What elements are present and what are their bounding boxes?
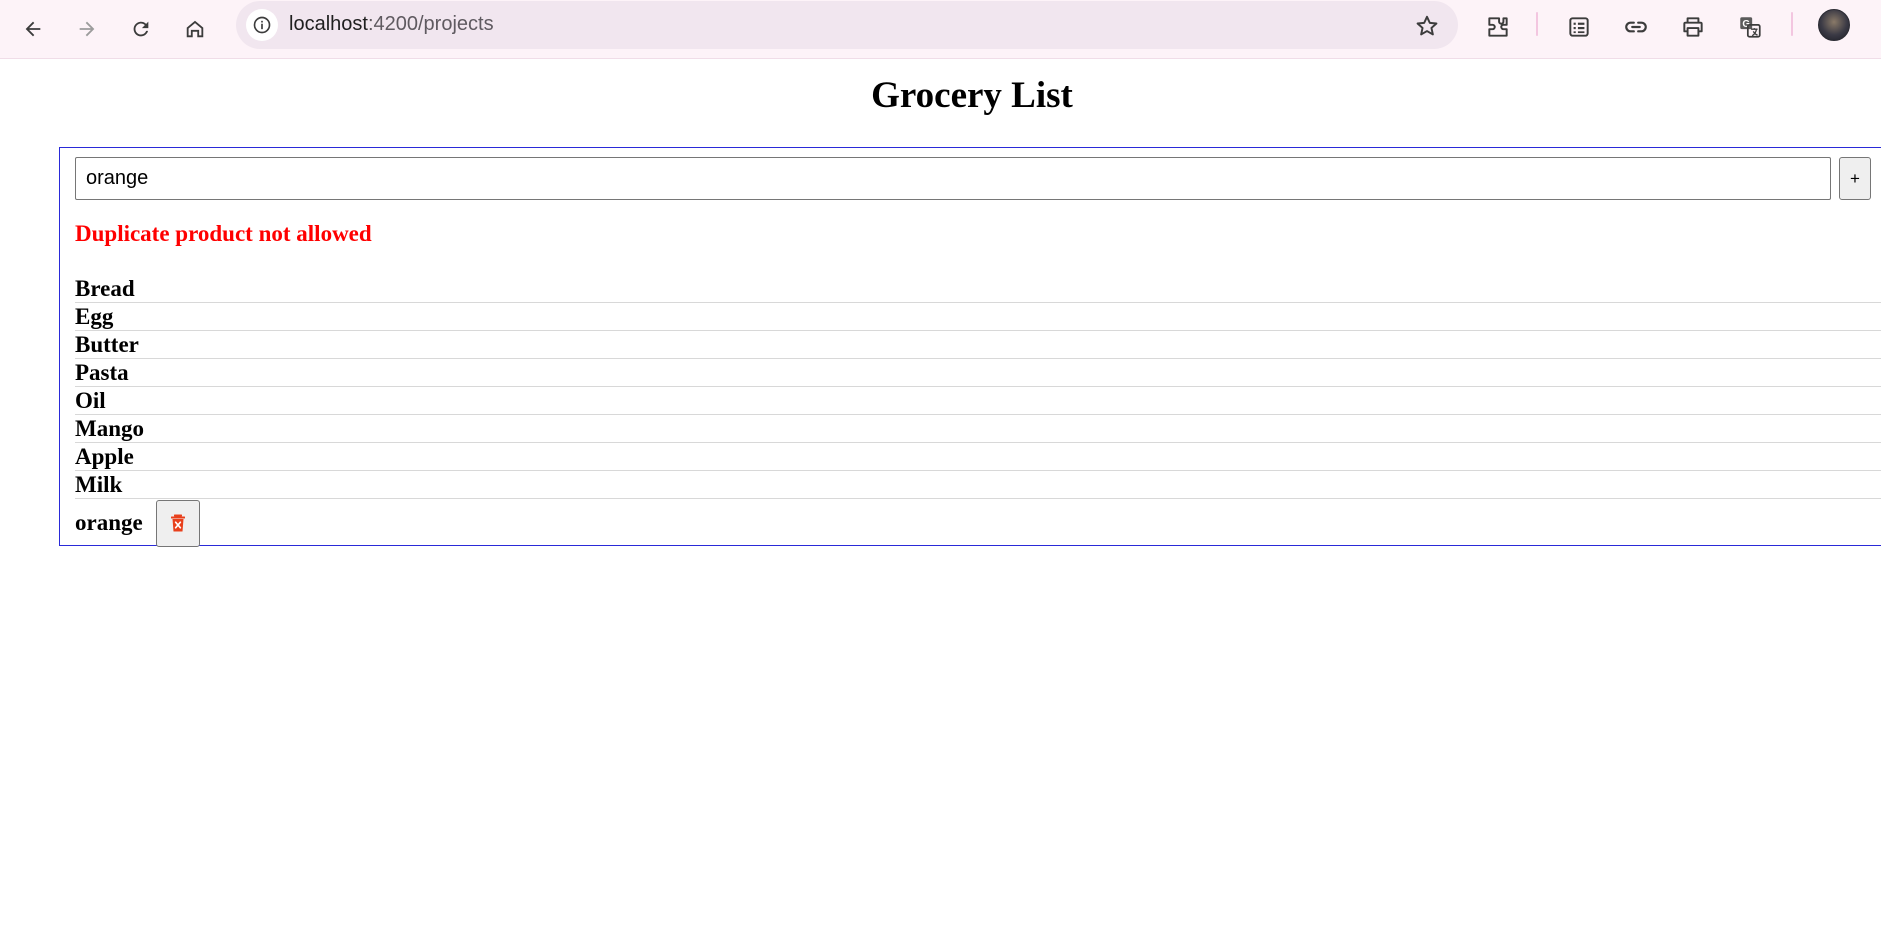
add-button[interactable]: + [1839,157,1871,200]
reading-list-icon[interactable] [1562,10,1596,44]
bookmark-star-icon[interactable] [1414,13,1440,39]
page-title: Grocery List [871,75,1073,116]
profile-avatar[interactable] [1818,9,1850,41]
list-item: Apple [75,443,1881,471]
grocery-items: Bread Egg Butter Pasta Oil Mango Apple M… [75,275,1881,547]
browser-toolbar: localhost:4200/projects G [0,0,1881,59]
toolbar-separator [1791,12,1793,36]
list-item: Butter [75,331,1881,359]
list-item: Egg [75,303,1881,331]
forward-icon[interactable] [70,12,104,46]
link-icon[interactable] [1619,10,1653,44]
list-item-label: orange [75,510,143,535]
translate-icon[interactable]: G [1733,10,1767,44]
list-item: Bread [75,275,1881,303]
grocery-list-panel: + Duplicate product not allowed Bread Eg… [59,147,1881,547]
list-item: Mango [75,415,1881,443]
home-icon[interactable] [178,12,212,46]
url-host: localhost [289,13,368,35]
site-info-icon[interactable] [246,9,278,41]
print-icon[interactable] [1676,10,1710,44]
error-message: Duplicate product not allowed [75,221,372,246]
toolbar-separator [1536,12,1538,36]
list-item: Oil [75,387,1881,415]
delete-button[interactable] [155,499,200,547]
list-item: Milk [75,471,1881,499]
reload-icon[interactable] [124,12,158,46]
back-icon[interactable] [16,12,50,46]
trash-icon [170,514,185,532]
list-item: Pasta [75,359,1881,387]
url-text[interactable]: localhost:4200/projects [289,13,494,36]
extensions-icon[interactable] [1481,10,1515,44]
product-input[interactable] [75,157,1831,200]
url-path: :4200/projects [367,13,494,35]
address-bar[interactable]: localhost:4200/projects [236,1,1458,49]
list-item-selected: orange [75,499,1881,547]
